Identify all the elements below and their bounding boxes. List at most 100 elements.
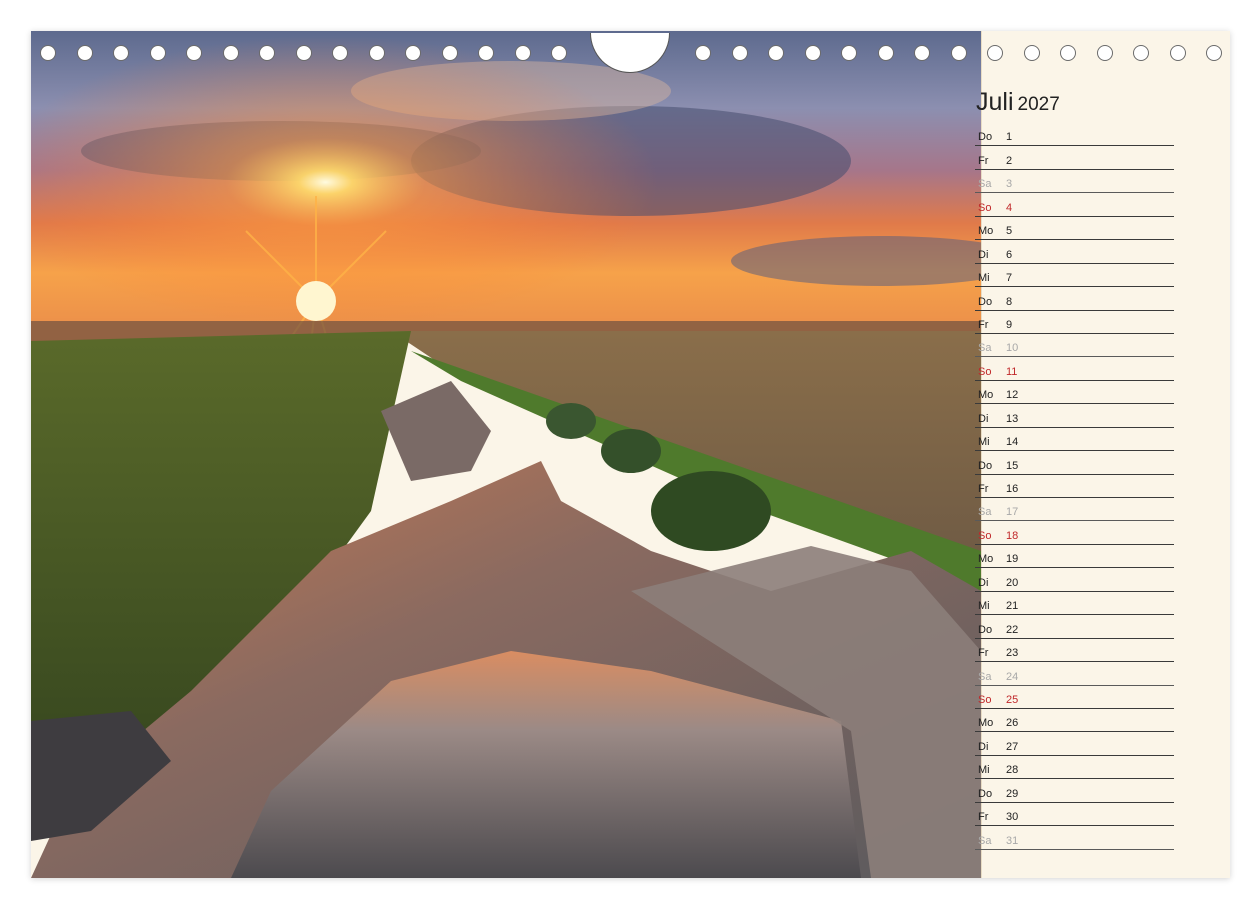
binding-hole (186, 45, 202, 61)
binding-hole (1133, 45, 1149, 61)
year-label: 2027 (1017, 94, 1060, 115)
day-row: Mi 14 (975, 428, 1174, 452)
day-row: Mi 28 (975, 756, 1174, 780)
day-row: Do 29 (975, 779, 1174, 803)
binding-hole (695, 45, 711, 61)
day-number: 27 (1006, 740, 1019, 753)
weekday-label: Mo (978, 389, 994, 402)
day-number: 15 (1006, 459, 1019, 472)
day-row: Fr 16 (975, 475, 1174, 498)
weekday-label: Di (978, 248, 989, 261)
weekday-label: Fr (978, 318, 989, 331)
day-row: Sa 10 (975, 334, 1174, 358)
weekday-label: So (978, 365, 992, 378)
day-row: Di 27 (975, 732, 1174, 756)
binding-hole (1060, 45, 1076, 61)
weekday-label: So (978, 201, 992, 214)
day-row: Sa 24 (975, 662, 1174, 686)
binding-hole (987, 45, 1003, 61)
day-row: Mi 21 (975, 592, 1174, 616)
binding-hole (804, 45, 821, 61)
binding-hole (551, 45, 567, 61)
weekday-label: Mi (978, 600, 990, 613)
weekday-label: So (978, 693, 992, 706)
day-row: Fr 9 (975, 311, 1174, 334)
binding-hole (295, 45, 312, 61)
day-row: Fr 2 (975, 146, 1174, 170)
binding-hole (1206, 45, 1222, 61)
binding-hole (877, 45, 894, 61)
weekday-label: Di (978, 740, 989, 753)
binding-hole (76, 45, 93, 61)
binding-hole (841, 45, 857, 61)
day-number: 1 (1006, 131, 1013, 144)
weekday-label: Mo (978, 717, 994, 730)
day-number: 2 (1006, 154, 1013, 167)
day-number: 21 (1006, 600, 1019, 613)
day-number: 6 (1006, 248, 1013, 261)
binding-hole (441, 45, 458, 61)
day-row: Di 13 (975, 404, 1174, 428)
day-number: 16 (1006, 483, 1019, 495)
binding-hole (40, 45, 56, 61)
day-row: Sa 17 (975, 498, 1174, 522)
day-number: 18 (1006, 529, 1019, 542)
month-title: Juli 2027 (976, 88, 1060, 117)
day-row: So 11 (975, 357, 1174, 381)
day-row: Do 22 (975, 615, 1174, 639)
day-row: Mo 12 (975, 381, 1174, 405)
binding-hole (113, 45, 129, 61)
day-number: 17 (1006, 506, 1019, 519)
weekday-label: Fr (978, 647, 989, 660)
month-name: Juli (976, 88, 1014, 116)
binding-hole (368, 45, 385, 61)
weekday-label: Sa (978, 506, 992, 519)
day-row: Di 20 (975, 568, 1174, 592)
day-number: 23 (1006, 647, 1019, 660)
weekday-label: Mi (978, 764, 990, 777)
day-row: So 4 (975, 193, 1174, 217)
weekday-label: Mi (978, 436, 990, 449)
day-number: 13 (1006, 412, 1019, 425)
day-row: So 18 (975, 521, 1174, 545)
day-number: 14 (1006, 436, 1019, 449)
binding-hole (950, 45, 967, 61)
day-number: 28 (1006, 764, 1019, 777)
binding-hole (731, 45, 748, 61)
day-number: 3 (1006, 178, 1013, 191)
weekday-label: Mo (978, 225, 994, 238)
day-number: 7 (1006, 272, 1013, 285)
weekday-label: Mi (978, 272, 990, 285)
day-row: Mo 26 (975, 709, 1174, 733)
weekday-label: Do (978, 295, 993, 308)
binding-hole (149, 45, 166, 61)
binding-hole (222, 45, 239, 61)
weekday-label: Di (978, 412, 989, 425)
day-row: Mi 7 (975, 264, 1174, 288)
weekday-label: Sa (978, 834, 992, 847)
day-number: 8 (1006, 295, 1013, 308)
day-row: Do 8 (975, 287, 1174, 311)
day-number: 5 (1006, 225, 1013, 238)
binding-hole (1169, 45, 1186, 61)
binding-hole (332, 45, 348, 61)
binding-hole (1096, 45, 1113, 61)
weekday-label: Sa (978, 342, 992, 355)
day-number: 4 (1006, 201, 1013, 214)
day-number: 11 (1006, 365, 1018, 378)
weekday-label: Fr (978, 811, 989, 824)
weekday-label: Fr (978, 154, 989, 167)
weekday-label: Do (978, 459, 993, 472)
weekday-label: Mo (978, 553, 994, 566)
weekday-label: Do (978, 623, 993, 636)
binding-hole (405, 45, 421, 61)
day-row: So 25 (975, 686, 1174, 709)
binding-hole (514, 45, 531, 61)
landscape-photo (31, 31, 981, 878)
day-row: Do 15 (975, 451, 1174, 475)
weekday-label: So (978, 529, 992, 542)
weekday-label: Di (978, 576, 989, 589)
day-number: 20 (1006, 576, 1019, 589)
day-number: 24 (1006, 670, 1019, 683)
day-number: 26 (1006, 717, 1019, 730)
